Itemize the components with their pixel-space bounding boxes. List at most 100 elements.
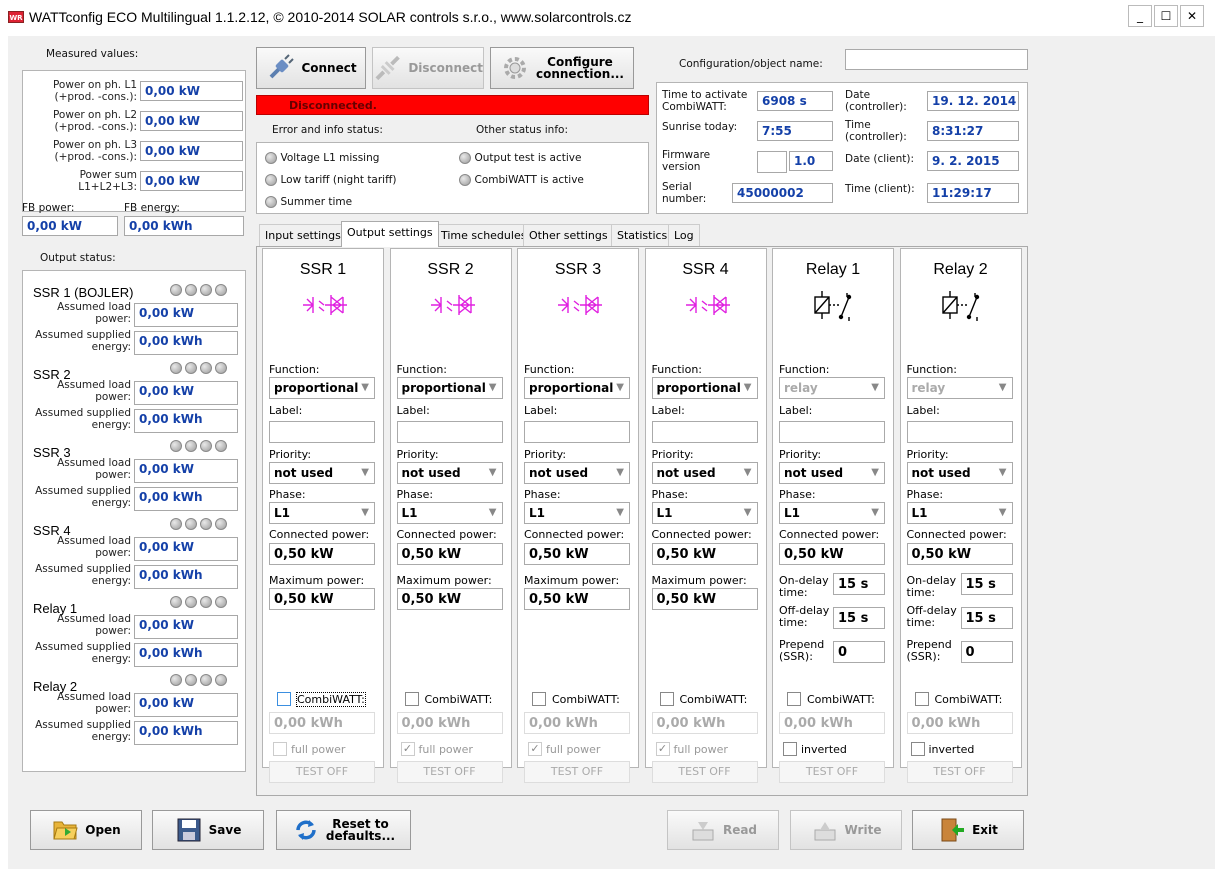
output-led-group — [167, 673, 227, 686]
tab-other-settings[interactable]: Other settings — [523, 224, 614, 246]
close-button[interactable]: ✕ — [1180, 5, 1204, 27]
priority-select[interactable]: not used ▼ — [396, 462, 503, 484]
maximum-power-input[interactable]: 0,50 kW — [269, 588, 375, 610]
on-delay-input[interactable]: 15 s — [960, 573, 1013, 595]
inverted-checkbox[interactable] — [783, 742, 797, 756]
prepend-input[interactable]: 0 — [960, 641, 1013, 663]
phase-select[interactable]: L1 ▼ — [906, 502, 1013, 524]
function-select[interactable]: proportional ▼ — [269, 377, 375, 399]
label-input[interactable] — [906, 421, 1013, 443]
off-delay-input[interactable]: 15 s — [960, 607, 1013, 629]
function-select[interactable]: proportional ▼ — [396, 377, 503, 399]
error-status-title: Error and info status: — [272, 124, 383, 136]
tab-input-settings[interactable]: Input settings — [259, 224, 347, 246]
connected-power-input[interactable]: 0,50 kW — [779, 543, 885, 565]
output-status-item: SSR 3 Assumed load power: 0,00 kW Assumed s… — [23, 435, 245, 513]
test-off-button[interactable]: TEST OFF — [779, 761, 885, 783]
on-delay-input[interactable]: 15 s — [833, 573, 885, 595]
connected-power-input[interactable]: 0,50 kW — [269, 543, 375, 565]
connect-label: Connect — [301, 61, 357, 75]
priority-select[interactable]: not used ▼ — [651, 462, 758, 484]
phase-select[interactable]: L1 ▼ — [524, 502, 630, 524]
full-power-checkbox[interactable]: ✓ — [528, 742, 542, 756]
led-indicator — [170, 674, 182, 686]
full-power-checkbox[interactable]: ✓ — [400, 742, 415, 756]
assumed-power-value: 0,00 kW — [134, 615, 238, 639]
combiwatt-checkbox[interactable] — [659, 692, 674, 706]
maximize-button[interactable]: ☐ — [1154, 5, 1178, 27]
maximum-power-input[interactable]: 0,50 kW — [396, 588, 503, 610]
disconnect-button[interactable]: Disconnect — [372, 47, 484, 89]
function-label: Function: — [651, 363, 703, 376]
combiwatt-checkbox[interactable] — [787, 692, 801, 706]
time-controller-value: 8:31:27 — [927, 121, 1019, 141]
phase-select[interactable]: L1 ▼ — [651, 502, 758, 524]
connect-button[interactable]: Connect — [256, 47, 366, 89]
function-select[interactable]: proportional ▼ — [651, 377, 758, 399]
inverted-checkbox[interactable] — [910, 742, 925, 756]
minimize-button[interactable]: _ — [1128, 5, 1152, 27]
test-off-button[interactable]: TEST OFF — [651, 761, 758, 783]
label-label: Label: — [906, 404, 940, 417]
chevron-down-icon: ▼ — [361, 507, 369, 518]
combiwatt-checkbox[interactable] — [277, 692, 291, 706]
off-delay-input[interactable]: 15 s — [833, 607, 885, 629]
function-select[interactable]: proportional ▼ — [524, 377, 630, 399]
connected-power-input[interactable]: 0,50 kW — [396, 543, 503, 565]
label-input[interactable] — [524, 421, 630, 443]
tab-log[interactable]: Log — [668, 224, 700, 246]
combiwatt-energy-value: 0,00 kWh — [779, 712, 885, 734]
config-name-input[interactable] — [845, 49, 1028, 70]
reset-defaults-button[interactable]: Reset to defaults... — [276, 810, 411, 850]
assumed-energy-value: 0,00 kWh — [134, 487, 238, 511]
tab-time-schedules[interactable]: Time schedules — [435, 224, 533, 246]
priority-select[interactable]: not used ▼ — [524, 462, 630, 484]
read-button[interactable]: Read — [667, 810, 779, 850]
tab-statistics[interactable]: Statistics — [611, 224, 674, 246]
full-power-checkbox[interactable]: ✓ — [655, 742, 670, 756]
maximum-power-input[interactable]: 0,50 kW — [651, 588, 758, 610]
combiwatt-checkbox[interactable] — [914, 692, 929, 706]
phase-label: Phase: — [779, 488, 816, 501]
priority-value: not used — [911, 466, 971, 480]
priority-select[interactable]: not used ▼ — [779, 462, 885, 484]
exit-button[interactable]: Exit — [912, 810, 1024, 850]
label-input[interactable] — [269, 421, 375, 443]
test-off-button[interactable]: TEST OFF — [906, 761, 1013, 783]
function-select[interactable]: relay ▼ — [779, 377, 885, 399]
test-off-button[interactable]: TEST OFF — [269, 761, 375, 783]
connected-power-input[interactable]: 0,50 kW — [651, 543, 758, 565]
connected-power-input[interactable]: 0,50 kW — [524, 543, 630, 565]
save-button[interactable]: Save — [152, 810, 264, 850]
full-power-checkbox[interactable] — [273, 742, 287, 756]
prepend-input[interactable]: 0 — [833, 641, 885, 663]
assumed-energy-label: Assumed supplied energy: — [35, 641, 131, 665]
connected-power-input[interactable]: 0,50 kW — [906, 543, 1013, 565]
priority-select[interactable]: not used ▼ — [906, 462, 1013, 484]
combiwatt-checkbox[interactable] — [532, 692, 546, 706]
open-button[interactable]: Open — [30, 810, 142, 850]
maximum-power-input[interactable]: 0,50 kW — [524, 588, 630, 610]
reset-label: Reset to defaults... — [325, 817, 396, 843]
label-input[interactable] — [651, 421, 758, 443]
combiwatt-checkbox[interactable] — [404, 692, 419, 706]
phase-select[interactable]: L1 ▼ — [396, 502, 503, 524]
assumed-energy-label: Assumed supplied energy: — [35, 329, 131, 353]
combiwatt-energy-value: 0,00 kWh — [906, 712, 1013, 734]
write-button[interactable]: Write — [790, 810, 902, 850]
phase-select[interactable]: L1 ▼ — [269, 502, 375, 524]
label-input[interactable] — [779, 421, 885, 443]
test-off-button[interactable]: TEST OFF — [524, 761, 630, 783]
assumed-energy-label: Assumed supplied energy: — [35, 407, 131, 431]
configure-connection-button[interactable]: Configure connection... — [490, 47, 634, 89]
label-input[interactable] — [396, 421, 503, 443]
write-label: Write — [844, 823, 882, 837]
tab-output-settings[interactable]: Output settings — [341, 221, 439, 247]
output-title: Relay 2 — [933, 261, 988, 278]
function-select[interactable]: relay ▼ — [906, 377, 1013, 399]
phase-select[interactable]: L1 ▼ — [779, 502, 885, 524]
full-power-label: full power — [546, 743, 601, 756]
assumed-power-value: 0,00 kW — [134, 303, 238, 327]
test-off-button[interactable]: TEST OFF — [396, 761, 503, 783]
priority-select[interactable]: not used ▼ — [269, 462, 375, 484]
